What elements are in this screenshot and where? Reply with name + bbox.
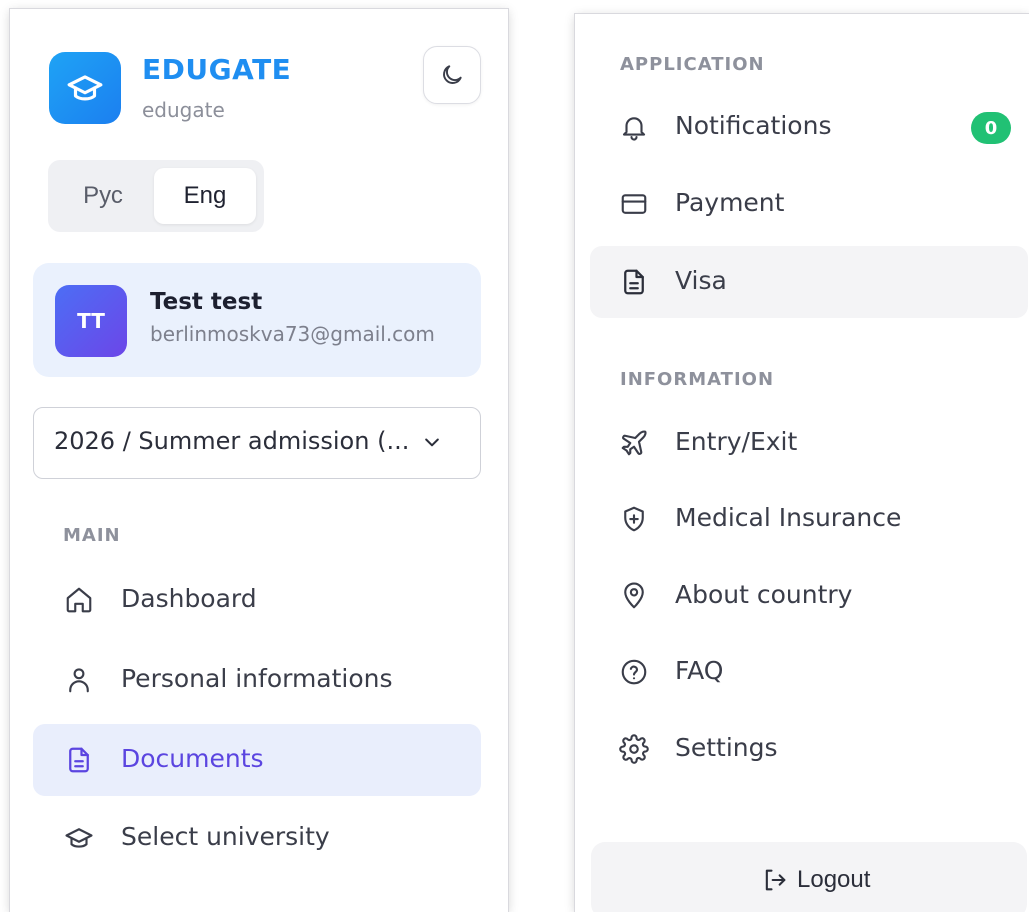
logout-icon <box>761 866 789 894</box>
chevron-down-icon <box>422 432 442 452</box>
brand-logo[interactable] <box>49 52 121 124</box>
notification-count-badge: 0 <box>971 112 1011 144</box>
sidebar-item-select-university[interactable]: Select university <box>33 802 481 874</box>
menu-item-label: Notifications <box>675 111 832 140</box>
sidebar-item-label: Personal informations <box>121 664 393 693</box>
menu-item-medical-insurance[interactable]: Medical Insurance <box>590 483 1028 555</box>
section-label-application: APPLICATION <box>620 54 765 75</box>
menu-item-label: About country <box>675 580 853 609</box>
language-option-ru[interactable]: Рус <box>66 168 140 224</box>
menu-item-settings[interactable]: Settings <box>590 713 1028 785</box>
moon-icon <box>439 62 465 88</box>
brand-name: EDUGATE <box>142 53 292 86</box>
admission-select-value: 2026 / Summer admission (... <box>54 427 410 455</box>
menu-item-label: Visa <box>675 266 727 295</box>
document-icon <box>618 266 650 298</box>
sidebar-item-personal-informations[interactable]: Personal informations <box>33 644 481 716</box>
menu-item-entry-exit[interactable]: Entry/Exit <box>590 407 1028 479</box>
sidebar-item-label: Select university <box>121 822 330 851</box>
sidebar-item-dashboard[interactable]: Dashboard <box>33 564 481 636</box>
menu-item-label: FAQ <box>675 656 724 685</box>
logout-button[interactable]: Logout <box>591 842 1027 912</box>
graduation-cap-icon <box>63 822 95 854</box>
theme-toggle-button[interactable] <box>423 46 481 104</box>
shield-plus-icon <box>618 503 650 535</box>
sidebar-item-documents[interactable]: Documents <box>33 724 481 796</box>
section-label-information: INFORMATION <box>620 369 775 390</box>
document-icon <box>63 744 95 776</box>
bell-icon <box>618 111 650 143</box>
menu-item-label: Settings <box>675 733 778 762</box>
map-pin-icon <box>618 580 650 612</box>
menu-item-faq[interactable]: FAQ <box>590 636 1028 708</box>
sidebar-panel: EDUGATE edugate Рус Eng TT Test test ber… <box>10 9 508 912</box>
section-label-main: MAIN <box>63 525 121 546</box>
brand-subtitle: edugate <box>142 98 225 122</box>
avatar: TT <box>55 285 127 357</box>
menu-item-label: Entry/Exit <box>675 427 798 456</box>
user-email: berlinmoskva73@gmail.com <box>150 322 435 346</box>
admission-select[interactable]: 2026 / Summer admission (... <box>33 407 481 479</box>
menu-item-notifications[interactable]: Notifications 0 <box>590 91 1028 163</box>
sidebar-item-label: Documents <box>121 744 264 773</box>
menu-item-label: Medical Insurance <box>675 503 902 532</box>
language-switch: Рус Eng <box>48 160 264 232</box>
menu-item-label: Payment <box>675 188 785 217</box>
help-circle-icon <box>618 656 650 688</box>
graduation-cap-icon <box>66 69 104 107</box>
menu-item-visa[interactable]: Visa <box>590 246 1028 318</box>
logout-label: Logout <box>797 866 871 893</box>
home-icon <box>63 584 95 616</box>
user-name: Test test <box>150 289 263 315</box>
language-option-en[interactable]: Eng <box>154 168 256 224</box>
sidebar-item-label: Dashboard <box>121 584 257 613</box>
gear-icon <box>618 733 650 765</box>
menu-panel: APPLICATION Notifications 0 Payment Visa… <box>575 14 1029 912</box>
menu-item-about-country[interactable]: About country <box>590 560 1028 632</box>
user-card[interactable]: TT Test test berlinmoskva73@gmail.com <box>33 263 481 377</box>
credit-card-icon <box>618 188 650 220</box>
user-icon <box>63 664 95 696</box>
menu-item-payment[interactable]: Payment <box>590 168 1028 240</box>
airplane-icon <box>618 427 650 459</box>
